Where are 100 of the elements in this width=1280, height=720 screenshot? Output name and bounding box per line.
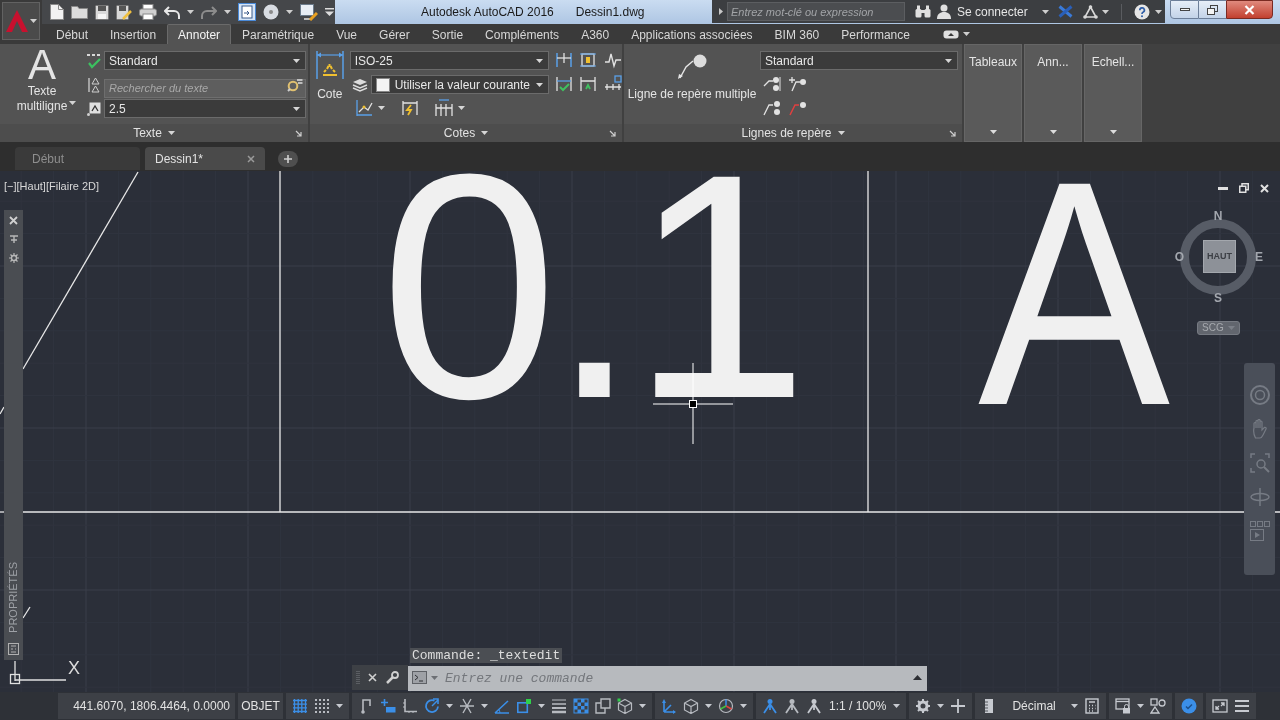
minimize-icon[interactable] — [1179, 8, 1190, 11]
corner-icon[interactable] — [402, 698, 418, 714]
caret-icon[interactable] — [535, 82, 543, 87]
compass-letter[interactable]: S — [1212, 291, 1224, 305]
caret-icon[interactable] — [336, 704, 343, 708]
triangle-nodes-icon[interactable] — [1082, 4, 1098, 19]
wrench-icon[interactable] — [385, 670, 399, 685]
search-field[interactable]: Entrez mot-clé ou expression — [727, 2, 905, 21]
caret-icon[interactable] — [740, 704, 747, 708]
axes-icon[interactable] — [661, 698, 677, 714]
multiline-text-button[interactable]: A Texte multiligne — [0, 46, 84, 122]
prompt-icon[interactable] — [412, 671, 427, 684]
caret-icon[interactable] — [893, 704, 901, 708]
leader-icon[interactable] — [677, 54, 707, 80]
menu-icon[interactable] — [1233, 698, 1250, 714]
dimension-layer-dropdown[interactable]: Utiliser la valeur courante — [370, 75, 549, 94]
ribbon-tab[interactable]: Gérer — [368, 24, 421, 44]
ribbon-tab[interactable]: Insertion — [99, 24, 168, 44]
ribbon-tab[interactable]: Annoter — [167, 24, 232, 44]
file-tab[interactable]: Dessin1* — [145, 147, 265, 170]
caret-icon[interactable] — [937, 704, 945, 708]
window-lock-icon[interactable] — [1114, 698, 1131, 714]
caret-icon[interactable] — [538, 704, 545, 708]
caret-icon[interactable] — [1049, 130, 1057, 134]
dot-grid-icon[interactable] — [314, 698, 330, 714]
launcher-arrow-icon[interactable] — [949, 130, 956, 137]
caret-icon[interactable] — [293, 58, 300, 63]
hook-line-icon[interactable] — [358, 698, 374, 714]
ribbon-tab[interactable]: Applications associées — [620, 24, 764, 44]
text-height-dropdown[interactable]: 2.5 — [104, 99, 306, 118]
window-icon[interactable] — [238, 3, 256, 21]
crossed-lines-icon[interactable] — [459, 698, 475, 714]
tripod-figure-icon[interactable] — [806, 698, 822, 714]
compass-letter[interactable]: O — [1174, 250, 1185, 264]
help-icon[interactable] — [1133, 3, 1150, 20]
caret-icon[interactable] — [639, 704, 646, 708]
caret-icon[interactable] — [293, 106, 300, 111]
caret-icon[interactable] — [1136, 704, 1144, 708]
caret-icon[interactable] — [535, 58, 543, 63]
grid-icon[interactable] — [292, 698, 308, 714]
launcher-arrow-icon[interactable] — [609, 130, 616, 137]
sphere-axes-icon[interactable] — [718, 698, 734, 714]
caret-icon[interactable] — [705, 704, 712, 708]
cube-icon[interactable] — [683, 698, 699, 714]
dimension-tool-icon[interactable] — [400, 99, 419, 117]
dimension-tool-icon[interactable] — [354, 99, 373, 117]
gear-icon[interactable] — [8, 253, 19, 263]
panel-title-button[interactable]: Texte — [133, 124, 175, 142]
caret-icon[interactable] — [989, 130, 997, 134]
viewport-control[interactable]: [Filaire 2D] — [45, 179, 100, 193]
angle-icon[interactable] — [494, 698, 510, 714]
properties-icon[interactable] — [8, 643, 19, 655]
caret-icon[interactable] — [30, 19, 37, 23]
annotation-scale-button[interactable]: 1:1 / 100% — [825, 697, 891, 715]
binoculars-icon[interactable] — [915, 5, 931, 18]
calculator-icon[interactable] — [1083, 698, 1100, 714]
restore-button[interactable] — [1199, 0, 1226, 19]
units-button[interactable]: Décimal — [1000, 697, 1068, 715]
compass-letter[interactable]: N — [1212, 209, 1224, 223]
caret-icon[interactable] — [837, 131, 845, 135]
layers-icon[interactable] — [352, 77, 369, 92]
cross-logo-icon[interactable] — [1057, 5, 1073, 18]
caret-icon[interactable] — [286, 10, 293, 14]
bar-triangles-icon[interactable] — [88, 76, 100, 93]
printer-icon[interactable] — [139, 4, 157, 20]
magnifier-icon[interactable] — [287, 77, 303, 92]
collapsed-panel-button[interactable]: Ann... — [1024, 44, 1082, 142]
leader-style-dropdown[interactable]: Standard — [760, 51, 958, 70]
close-icon[interactable] — [9, 216, 18, 225]
ribbon-tab[interactable]: Performance — [830, 24, 921, 44]
customize-caret-icon[interactable] — [325, 8, 334, 16]
caret-icon[interactable] — [224, 10, 231, 14]
minimize-icon[interactable] — [1218, 186, 1228, 190]
collapsed-panel-button[interactable]: Echell... — [1084, 44, 1142, 142]
ribbon-tab[interactable]: Compléments — [474, 24, 571, 44]
caret-icon[interactable] — [377, 106, 385, 110]
undo-arrow-icon[interactable] — [164, 5, 180, 19]
floppy-pen-icon[interactable] — [116, 4, 132, 20]
redo-arrow-icon[interactable] — [201, 5, 217, 19]
page-icon[interactable] — [50, 4, 64, 20]
new-tab-icon[interactable] — [278, 151, 298, 167]
fullscreen-icon[interactable] — [1211, 698, 1228, 714]
dimension-tool-icon[interactable] — [604, 51, 623, 69]
restore-icon[interactable] — [1207, 4, 1218, 15]
tripod-figure-icon[interactable] — [762, 698, 778, 714]
expand-arrow-icon[interactable] — [719, 8, 723, 15]
model-space-button[interactable]: OBJET — [238, 693, 283, 719]
leader-tool-icon[interactable] — [763, 100, 781, 116]
checker-icon[interactable] — [573, 698, 589, 714]
caret-icon[interactable] — [481, 131, 489, 135]
ribbon-tab[interactable]: BIM 360 — [763, 24, 831, 44]
folder-icon[interactable] — [71, 5, 88, 19]
caret-icon[interactable] — [167, 131, 175, 135]
close-button[interactable] — [1226, 0, 1273, 19]
color-swatch-icon[interactable] — [375, 77, 390, 92]
caret-icon[interactable] — [945, 58, 952, 63]
caret-icon[interactable] — [1109, 130, 1117, 134]
monitor-pen-icon[interactable] — [300, 3, 318, 21]
leader-tool-icon[interactable] — [789, 100, 807, 116]
multileader-button[interactable]: Ligne de repère multiple — [624, 46, 760, 122]
